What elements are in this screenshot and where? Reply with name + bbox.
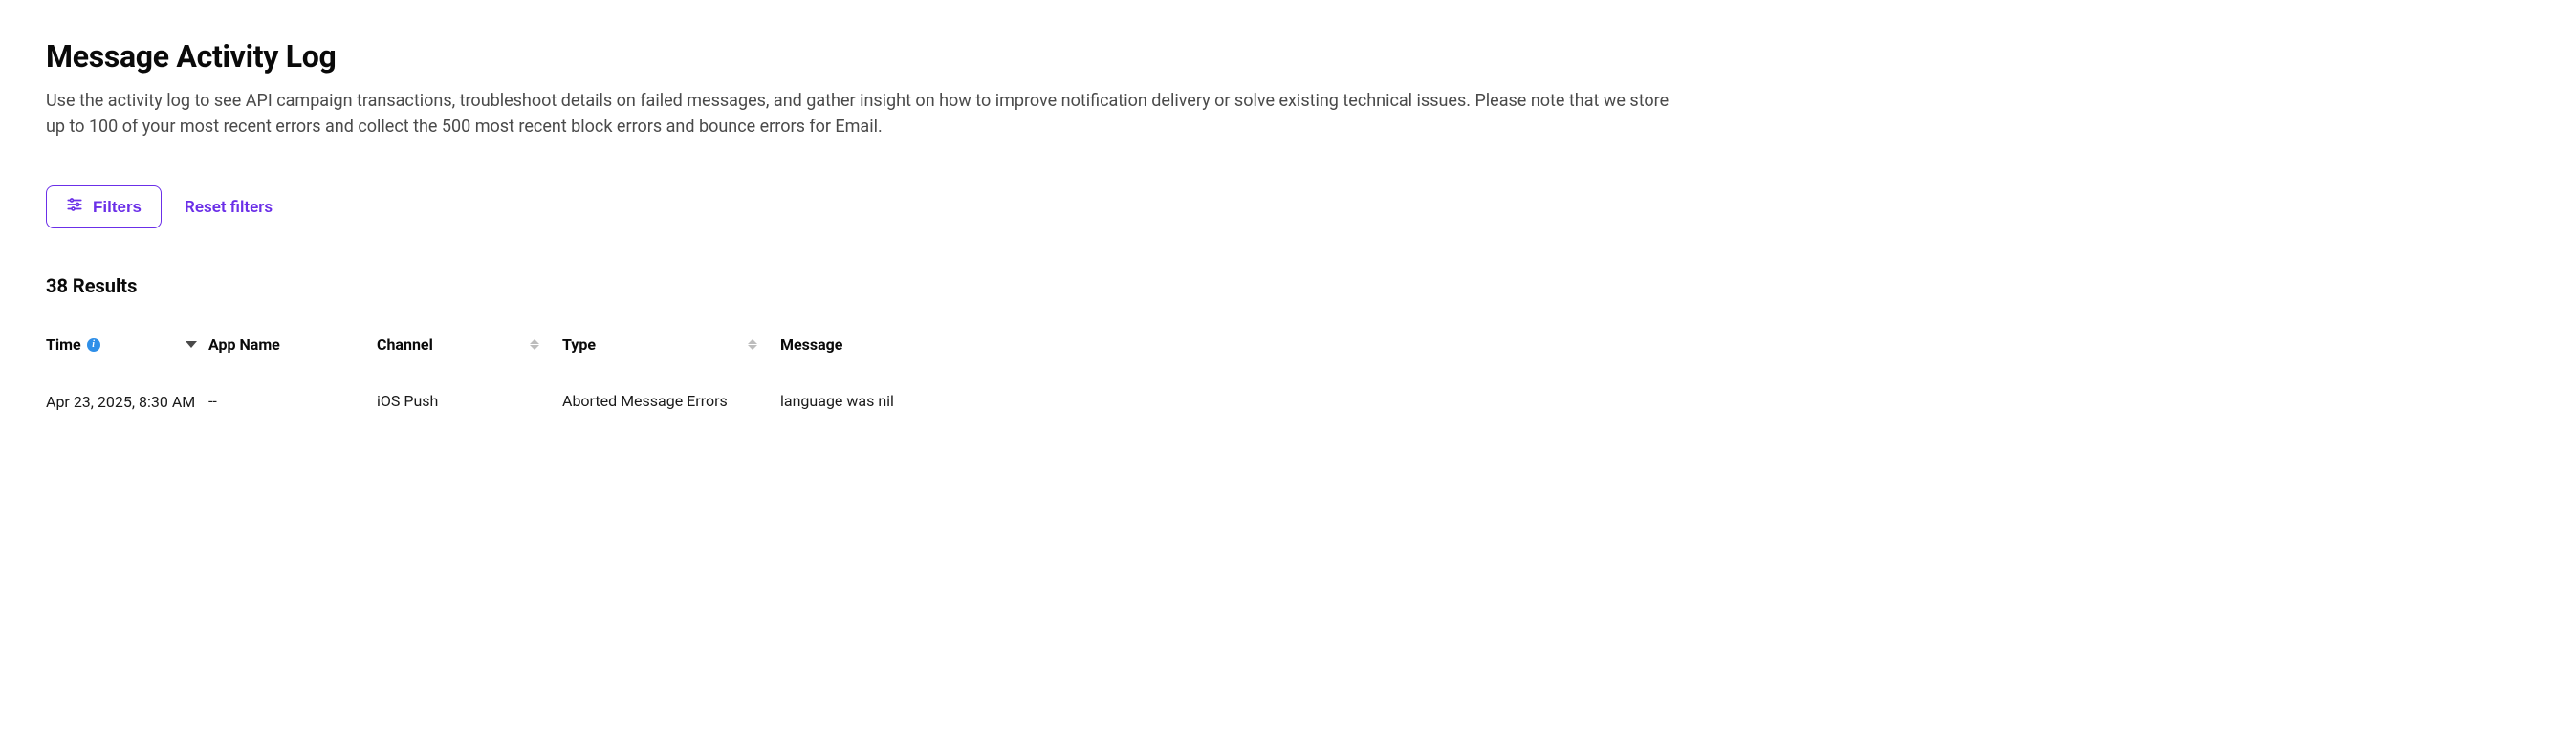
filter-row: Filters Reset filters [46,185,2530,228]
table-row: Apr 23, 2025, 8:30 AM -- iOS Push Aborte… [46,377,2530,428]
column-label: Time [46,335,81,354]
page-description: Use the activity log to see API campaign… [46,88,1671,140]
column-label: App Name [208,335,280,354]
table-header: Time i App Name Channel Type Message [46,335,2530,377]
sort-desc-icon[interactable] [186,341,197,348]
column-header-type[interactable]: Type [562,335,780,354]
cell-type: Aborted Message Errors [562,392,780,410]
column-label: Message [780,335,842,354]
column-header-app-name[interactable]: App Name [208,335,377,354]
column-header-channel[interactable]: Channel [377,335,562,354]
cell-channel: iOS Push [377,392,562,410]
cell-time: Apr 23, 2025, 8:30 AM [46,392,208,413]
filters-button-label: Filters [93,198,142,217]
column-header-time[interactable]: Time i [46,335,208,354]
column-label: Type [562,335,596,354]
column-label: Channel [377,335,433,354]
cell-app-name: -- [208,392,377,410]
info-icon[interactable]: i [87,338,100,352]
results-count: 38 Results [46,274,2530,297]
sort-icon[interactable] [748,339,757,350]
filters-icon [66,196,83,218]
sort-icon[interactable] [530,339,539,350]
cell-message: language was nil [780,392,2530,410]
page-title: Message Activity Log [46,38,2530,75]
reset-filters-link[interactable]: Reset filters [185,198,273,217]
filters-button[interactable]: Filters [46,185,162,228]
column-header-message[interactable]: Message [780,335,2530,354]
